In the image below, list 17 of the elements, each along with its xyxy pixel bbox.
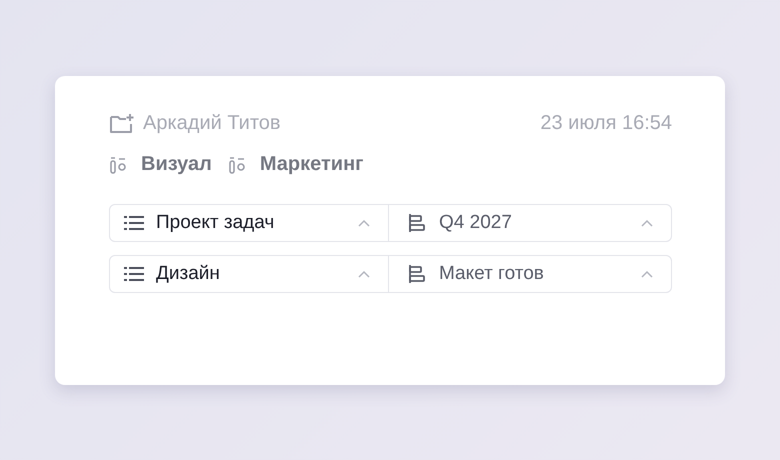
value-dropdown[interactable]: Макет готов (388, 256, 671, 292)
value-dropdown[interactable]: Q4 2027 (388, 205, 671, 241)
tag-label: Маркетинг (260, 153, 364, 176)
caret-icon (358, 270, 370, 278)
list-icon (124, 215, 144, 231)
caret-icon (641, 270, 653, 278)
folder-plus-icon (109, 112, 135, 134)
caret-icon (358, 219, 370, 227)
timestamp: 23 июля 16:54 (540, 112, 672, 135)
list-icon (124, 266, 144, 282)
layout-icon (407, 264, 427, 284)
layout-icon (407, 213, 427, 233)
field-dropdown[interactable]: Дизайн (110, 256, 388, 292)
caret-icon (641, 219, 653, 227)
tag-label: Визуал (141, 153, 212, 176)
field-dropdown[interactable]: Проект задач (110, 205, 388, 241)
author-name: Аркадий Титов (143, 112, 281, 135)
